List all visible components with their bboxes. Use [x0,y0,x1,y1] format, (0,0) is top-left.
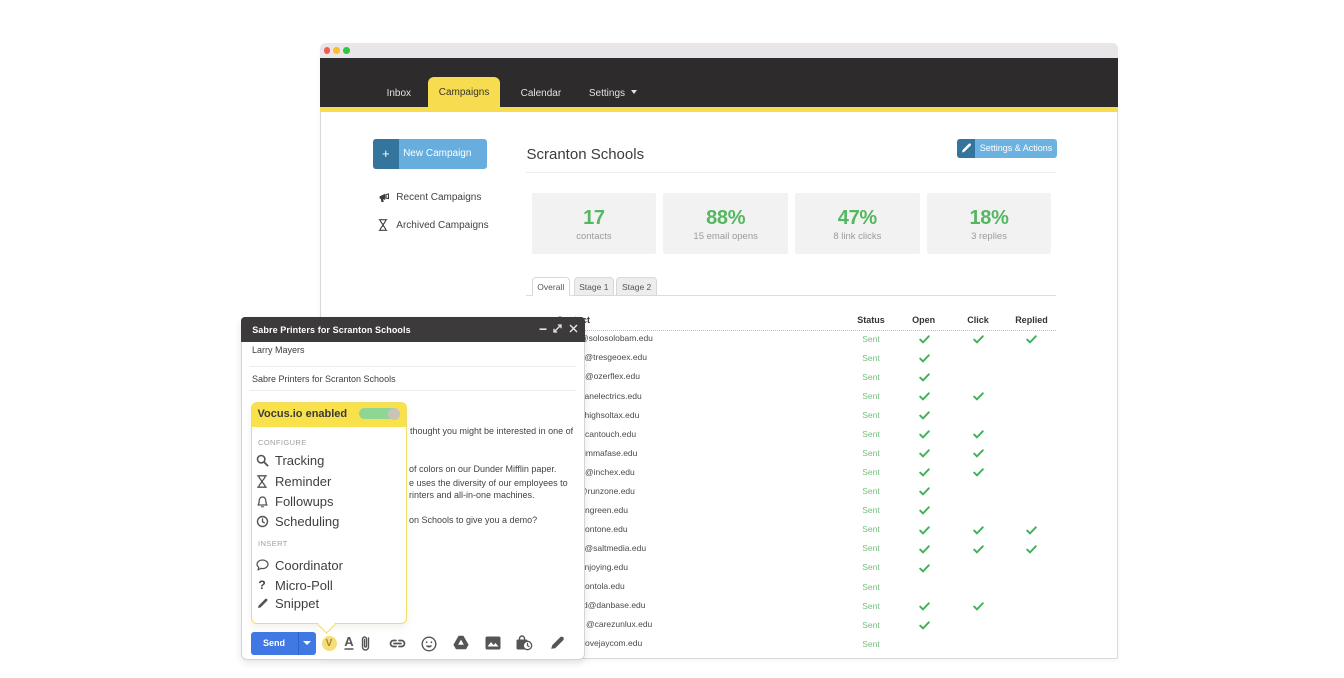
svg-text:A: A [344,635,354,649]
